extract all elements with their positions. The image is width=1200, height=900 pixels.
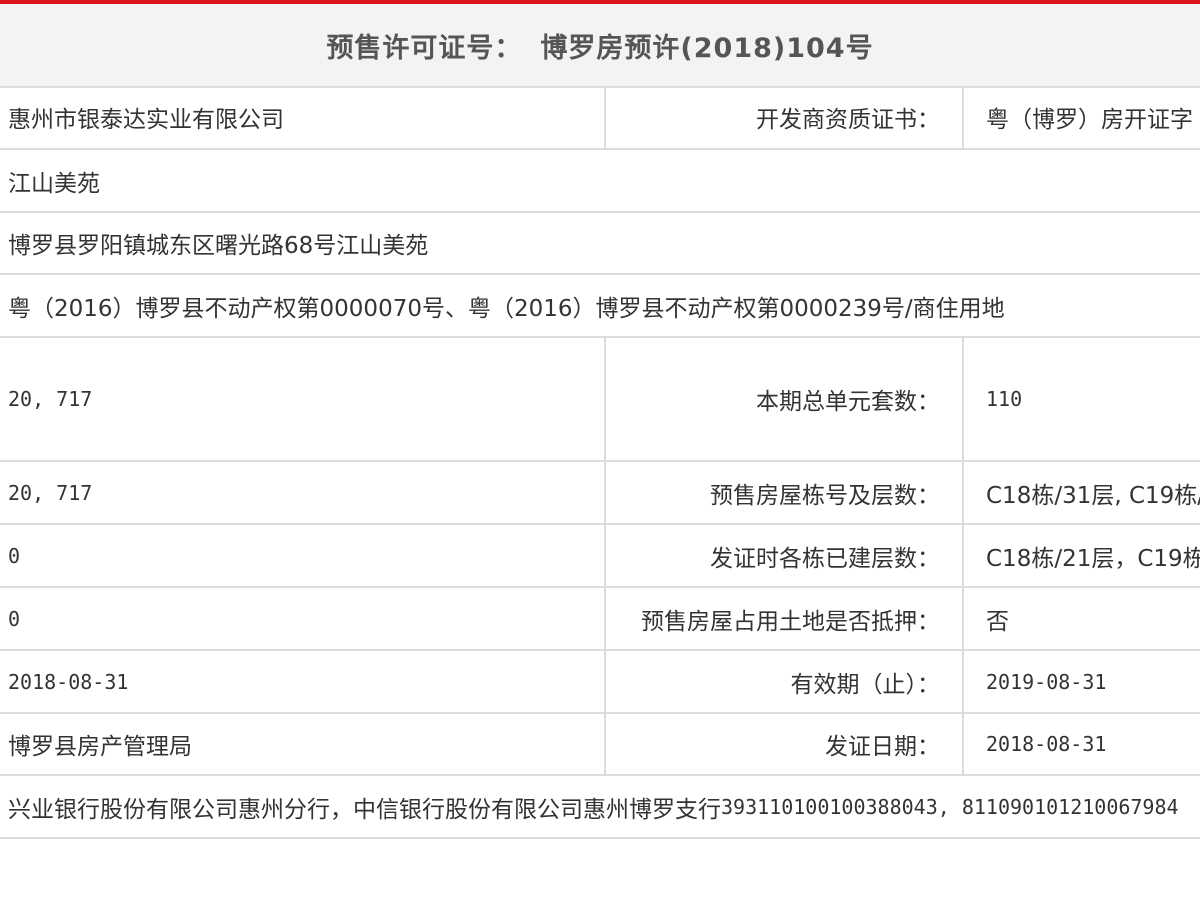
row-left-value: 0 [0, 525, 606, 586]
bank-row: 兴业银行股份有限公司惠州分行，中信银行股份有限公司惠州博罗支行 393110100… [0, 776, 1200, 839]
info-row: 博罗县房产管理局 发证日期： 2018-08-31 [0, 714, 1200, 776]
permit-number-value: 博罗房预许(2018)104号 [540, 32, 874, 64]
row-label: 发证日期： [606, 714, 964, 774]
row-value: 110 [986, 387, 1023, 411]
land-certificate-row: 粤（2016）博罗县不动产权第0000070号、粤（2016）博罗县不动产权第0… [0, 275, 1200, 338]
bank-info: 兴业银行股份有限公司惠州分行，中信银行股份有限公司惠州博罗支行 393110100… [0, 776, 1200, 837]
permit-number-label: 预售许可证号： [326, 32, 523, 64]
row-value: 2019-08-31 [986, 669, 1107, 694]
bank-accounts: 393110100100388043, 811090101210067984 [721, 794, 1179, 819]
presale-permit-page: 预售许可证号： 博罗房预许(2018)104号 惠州市银泰达实业有限公司 开发商… [0, 0, 1200, 900]
row-value: C18栋/21层，C19栋/ [986, 545, 1200, 572]
row-value: 否 [986, 608, 1009, 635]
developer-name: 惠州市银泰达实业有限公司 [0, 86, 606, 148]
project-name: 江山美苑 [8, 170, 100, 197]
row-label: 发证时各栋已建层数： [606, 525, 964, 586]
row-label: 预售房屋栋号及层数： [606, 462, 964, 523]
developer-qualification-value: 粤（博罗）房开证字 [986, 107, 1193, 133]
row-label: 本期总单元套数： [606, 338, 964, 460]
row-left-value: 博罗县房产管理局 [0, 714, 606, 774]
info-row: 0 预售房屋占用土地是否抵押： 否 [0, 588, 1200, 651]
info-row: 0 发证时各栋已建层数： C18栋/21层，C19栋/ [0, 525, 1200, 588]
row-value: 2018-08-31 [986, 732, 1107, 756]
land-certificate: 粤（2016）博罗县不动产权第0000070号、粤（2016）博罗县不动产权第0… [8, 295, 1005, 322]
row-left-value: 2018-08-31 [0, 651, 606, 712]
row-left-value: 20, 717 [0, 462, 606, 523]
bank-names: 兴业银行股份有限公司惠州分行，中信银行股份有限公司惠州博罗支行 [8, 796, 721, 823]
permit-title-bar: 预售许可证号： 博罗房预许(2018)104号 [0, 4, 1200, 88]
project-name-row: 江山美苑 [0, 150, 1200, 213]
row-label: 预售房屋占用土地是否抵押： [606, 588, 964, 649]
row-left-value: 0 [0, 588, 606, 649]
info-row: 2018-08-31 有效期（止）： 2019-08-31 [0, 651, 1200, 714]
address-row: 博罗县罗阳镇城东区曙光路68号江山美苑 [0, 213, 1200, 275]
row-left-value: 20, 717 [0, 338, 606, 460]
developer-qualification-label: 开发商资质证书： [606, 86, 964, 148]
row-label: 有效期（止）： [606, 651, 964, 712]
project-address: 博罗县罗阳镇城东区曙光路68号江山美苑 [8, 233, 429, 259]
info-row: 20, 717 预售房屋栋号及层数： C18栋/31层, C19栋/2 [0, 462, 1200, 525]
row-value: C18栋/31层, C19栋/2 [986, 482, 1200, 509]
developer-row: 惠州市银泰达实业有限公司 开发商资质证书： 粤（博罗）房开证字 [0, 86, 1200, 150]
info-row: 20, 717 本期总单元套数： 110 [0, 338, 1200, 462]
